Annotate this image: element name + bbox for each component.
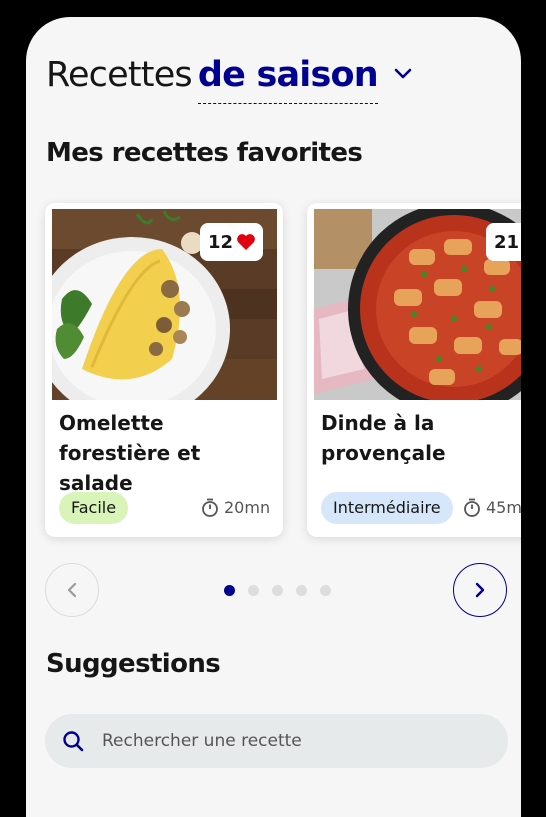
difficulty-badge: Facile bbox=[59, 492, 129, 524]
recipe-name[interactable]: Omelette forestière et salade bbox=[59, 408, 279, 498]
favorites-section-title: Mes recettes favorites bbox=[46, 138, 363, 168]
season-selector[interactable]: de saison bbox=[197, 55, 379, 104]
pagination-dot[interactable] bbox=[224, 585, 235, 596]
carousel-prev-button[interactable] bbox=[45, 563, 99, 617]
cook-time: 20mn bbox=[201, 498, 270, 517]
carousel-pagination bbox=[224, 585, 331, 596]
app-screen: Recettes de saison Mes recettes favorites bbox=[26, 17, 521, 817]
likes-count: 12 bbox=[207, 231, 233, 253]
chevron-down-icon[interactable] bbox=[394, 67, 412, 81]
season-label[interactable]: de saison bbox=[197, 55, 379, 104]
search-input[interactable] bbox=[100, 730, 484, 752]
recipe-name-line1: Omelette bbox=[59, 411, 164, 435]
chevron-left-icon bbox=[67, 582, 77, 598]
title-prefix: Recettes bbox=[46, 55, 193, 95]
likes-badge[interactable]: 21 bbox=[485, 223, 521, 261]
turkey-dish-photo: 21 bbox=[314, 209, 521, 400]
page-title: Recettes de saison bbox=[46, 55, 379, 104]
recipe-card[interactable]: 12 Omelette forestière et salade Facile … bbox=[45, 203, 283, 537]
heart-icon bbox=[237, 234, 255, 250]
likes-count: 21 bbox=[493, 231, 519, 253]
recipe-name-line2: provençale bbox=[321, 441, 446, 465]
likes-badge[interactable]: 12 bbox=[199, 223, 263, 261]
cook-time-value: 20mn bbox=[224, 498, 271, 517]
timer-icon bbox=[464, 498, 480, 517]
chevron-right-icon bbox=[475, 582, 485, 598]
recipe-name[interactable]: Dinde à la provençale bbox=[321, 408, 521, 468]
pagination-dot[interactable] bbox=[320, 585, 331, 596]
cook-time: 45mn bbox=[463, 498, 521, 517]
difficulty-badge: Intermédiaire bbox=[321, 492, 453, 524]
carousel-next-button[interactable] bbox=[453, 563, 507, 617]
recipe-name-line1: Dinde à la bbox=[321, 411, 435, 435]
pagination-dot[interactable] bbox=[296, 585, 307, 596]
recipe-name-line2: forestière et salade bbox=[59, 441, 201, 495]
omelette-photo: 12 bbox=[52, 209, 277, 400]
pagination-dot[interactable] bbox=[272, 585, 283, 596]
cook-time-value: 45mn bbox=[486, 498, 521, 517]
recipe-card[interactable]: 21 Dinde à la provençale Intermédiaire 4… bbox=[307, 203, 521, 537]
suggestions-section-title: Suggestions bbox=[46, 649, 221, 679]
search-bar[interactable] bbox=[45, 714, 508, 768]
timer-icon bbox=[202, 498, 218, 517]
search-icon bbox=[63, 731, 84, 752]
pagination-dot[interactable] bbox=[248, 585, 259, 596]
